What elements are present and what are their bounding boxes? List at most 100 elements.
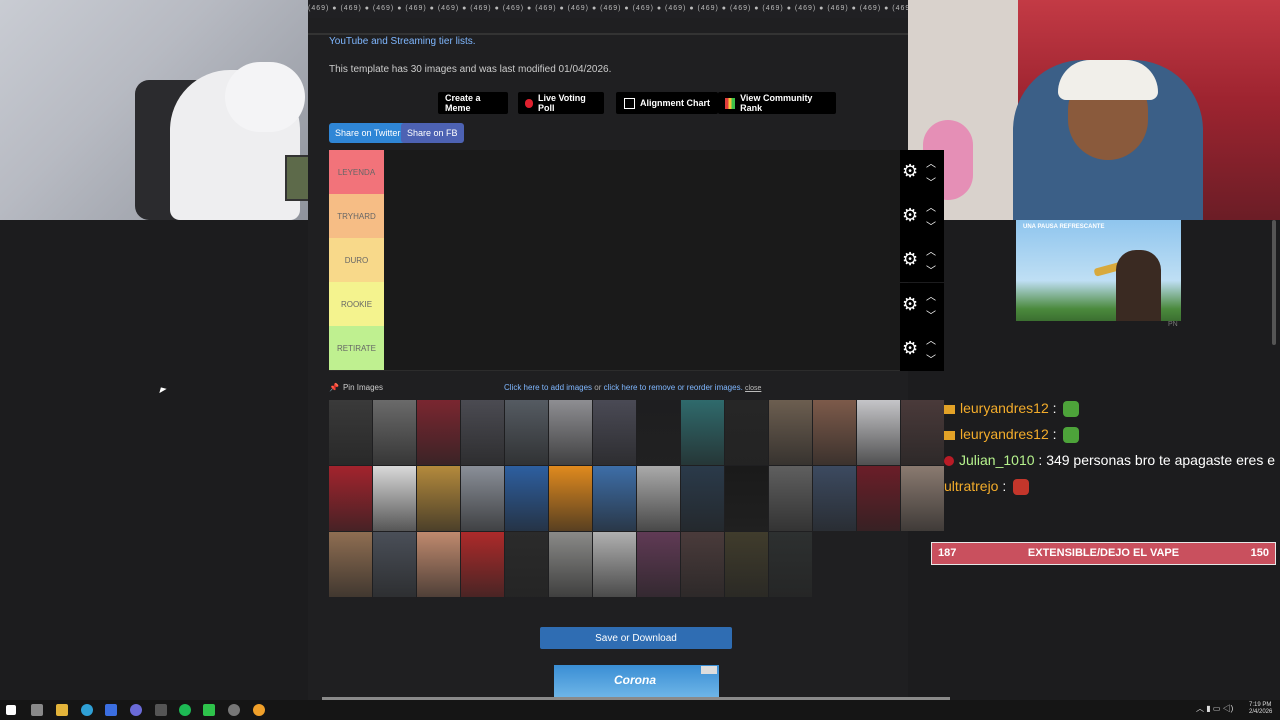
share-twitter-button[interactable]: Share on Twitter <box>329 123 407 143</box>
obs-icon[interactable] <box>228 704 240 716</box>
image-thumbnail[interactable] <box>549 532 592 597</box>
image-thumbnail[interactable] <box>769 466 812 531</box>
tier-label[interactable]: ROOKIE <box>329 282 384 326</box>
chevron-down-icon[interactable]: ﹀ <box>926 262 936 277</box>
chevron-down-icon[interactable]: ﹀ <box>926 174 936 189</box>
file-explorer-icon[interactable] <box>56 704 68 716</box>
discord-icon[interactable] <box>130 704 142 716</box>
close-link[interactable]: close <box>745 385 761 392</box>
image-thumbnail[interactable] <box>901 400 944 465</box>
tier-row-rookie[interactable]: ROOKIE <box>329 282 900 327</box>
alignment-chart-button[interactable]: Alignment Chart <box>616 92 718 114</box>
badge-icon <box>944 456 954 467</box>
chevron-up-icon[interactable]: ︿ <box>926 199 936 214</box>
image-thumbnail[interactable] <box>813 400 856 465</box>
image-thumbnail[interactable] <box>901 466 944 531</box>
save-download-button[interactable]: Save or Download <box>540 627 732 649</box>
image-thumbnail[interactable] <box>549 466 592 531</box>
gear-icon[interactable]: ⚙ <box>902 339 918 357</box>
image-thumbnail[interactable] <box>681 466 724 531</box>
image-thumbnail[interactable] <box>417 466 460 531</box>
image-thumbnail[interactable] <box>417 400 460 465</box>
spotify-icon[interactable] <box>179 704 191 716</box>
image-thumbnail[interactable] <box>593 532 636 597</box>
system-tray[interactable]: ︿ ▮ ▭ ◁) <box>1196 703 1233 714</box>
live-voting-button[interactable]: Live Voting Poll <box>518 92 604 114</box>
image-thumbnail[interactable] <box>373 532 416 597</box>
gear-icon[interactable]: ⚙ <box>902 295 918 313</box>
gear-icon[interactable]: ⚙ <box>902 162 918 180</box>
image-thumbnail[interactable] <box>373 466 416 531</box>
tier-label[interactable]: RETIRATE <box>329 326 384 370</box>
image-thumbnail[interactable] <box>813 466 856 531</box>
edge-icon[interactable] <box>81 704 93 716</box>
chevron-down-icon[interactable]: ﹀ <box>926 351 936 366</box>
image-thumbnail[interactable] <box>725 532 768 597</box>
tier-label[interactable]: DURO <box>329 238 384 282</box>
intro-link[interactable]: YouTube and Streaming tier lists. <box>329 36 476 47</box>
image-thumbnail[interactable] <box>505 466 548 531</box>
image-thumbnail[interactable] <box>505 400 548 465</box>
image-thumbnail[interactable] <box>637 532 680 597</box>
tier-controls: ⚙ ︿ ﹀ <box>900 283 944 327</box>
alignment-chart-label: Alignment Chart <box>639 98 710 108</box>
image-thumbnail[interactable] <box>461 400 504 465</box>
clock[interactable]: 7:19 PM 2/4/2026 <box>1249 702 1272 716</box>
pin-icon: 📌 <box>329 383 339 392</box>
image-thumbnail[interactable] <box>461 532 504 597</box>
task-view-icon[interactable] <box>31 704 43 716</box>
image-thumbnail[interactable] <box>681 532 724 597</box>
gear-icon[interactable]: ⚙ <box>902 250 918 268</box>
pin-label: Pin Images <box>342 383 383 392</box>
app-icon[interactable] <box>105 704 117 716</box>
image-thumbnail[interactable] <box>681 400 724 465</box>
remove-images-link[interactable]: click here to remove or reorder images. <box>604 383 743 392</box>
chevron-up-icon[interactable]: ︿ <box>926 332 936 347</box>
image-thumbnail[interactable] <box>857 466 900 531</box>
tier-row-leyenda[interactable]: LEYENDA <box>329 150 900 195</box>
tier-label[interactable]: TRYHARD <box>329 194 384 238</box>
image-thumbnail[interactable] <box>769 532 812 597</box>
image-thumbnail[interactable] <box>725 466 768 531</box>
tier-label[interactable]: LEYENDA <box>329 150 384 194</box>
kick-icon[interactable] <box>203 704 215 716</box>
image-thumbnail[interactable] <box>329 532 372 597</box>
image-thumbnail[interactable] <box>329 400 372 465</box>
chevron-up-icon[interactable]: ︿ <box>926 243 936 258</box>
chevron-up-icon[interactable]: ︿ <box>926 288 936 303</box>
corona-ad[interactable]: Corona <box>554 665 719 698</box>
image-thumbnail[interactable] <box>329 466 372 531</box>
image-thumbnail[interactable] <box>549 400 592 465</box>
image-thumbnail[interactable] <box>769 400 812 465</box>
tier-row-tryhard[interactable]: TRYHARD <box>329 194 900 239</box>
image-thumbnail[interactable] <box>505 532 548 597</box>
add-images-link[interactable]: Click here to add images <box>504 383 592 392</box>
gear-icon[interactable]: ⚙ <box>902 206 918 224</box>
windows-start-icon[interactable] <box>6 705 16 715</box>
goal-target: 150 <box>1250 547 1269 559</box>
vertical-scrollbar[interactable] <box>1272 220 1276 345</box>
create-meme-button[interactable]: Create a Meme <box>438 92 508 114</box>
image-thumbnail[interactable] <box>637 400 680 465</box>
image-thumbnail[interactable] <box>725 400 768 465</box>
chevron-down-icon[interactable]: ﹀ <box>926 307 936 322</box>
pen-icon[interactable] <box>155 704 167 716</box>
community-rank-button[interactable]: View Community Rank <box>718 92 836 114</box>
image-pool <box>329 400 945 598</box>
tier-row-retirate[interactable]: RETIRATE <box>329 326 900 371</box>
image-thumbnail[interactable] <box>593 400 636 465</box>
chat-message: Julian_1010 : 349 personas bro te apagas… <box>944 452 1275 468</box>
chrome-icon[interactable] <box>253 704 265 716</box>
chevron-up-icon[interactable]: ︿ <box>926 155 936 170</box>
side-ad[interactable]: UNA PAUSA REFRESCANTE <box>1016 220 1181 321</box>
image-thumbnail[interactable] <box>373 400 416 465</box>
image-thumbnail[interactable] <box>461 466 504 531</box>
image-thumbnail[interactable] <box>637 466 680 531</box>
chevron-down-icon[interactable]: ﹀ <box>926 218 936 233</box>
image-thumbnail[interactable] <box>417 532 460 597</box>
tier-row-duro[interactable]: DURO <box>329 238 900 283</box>
image-thumbnail[interactable] <box>857 400 900 465</box>
share-fb-button[interactable]: Share on FB <box>401 123 464 143</box>
pin-images-toggle[interactable]: 📌 Pin Images <box>329 383 383 392</box>
image-thumbnail[interactable] <box>593 466 636 531</box>
